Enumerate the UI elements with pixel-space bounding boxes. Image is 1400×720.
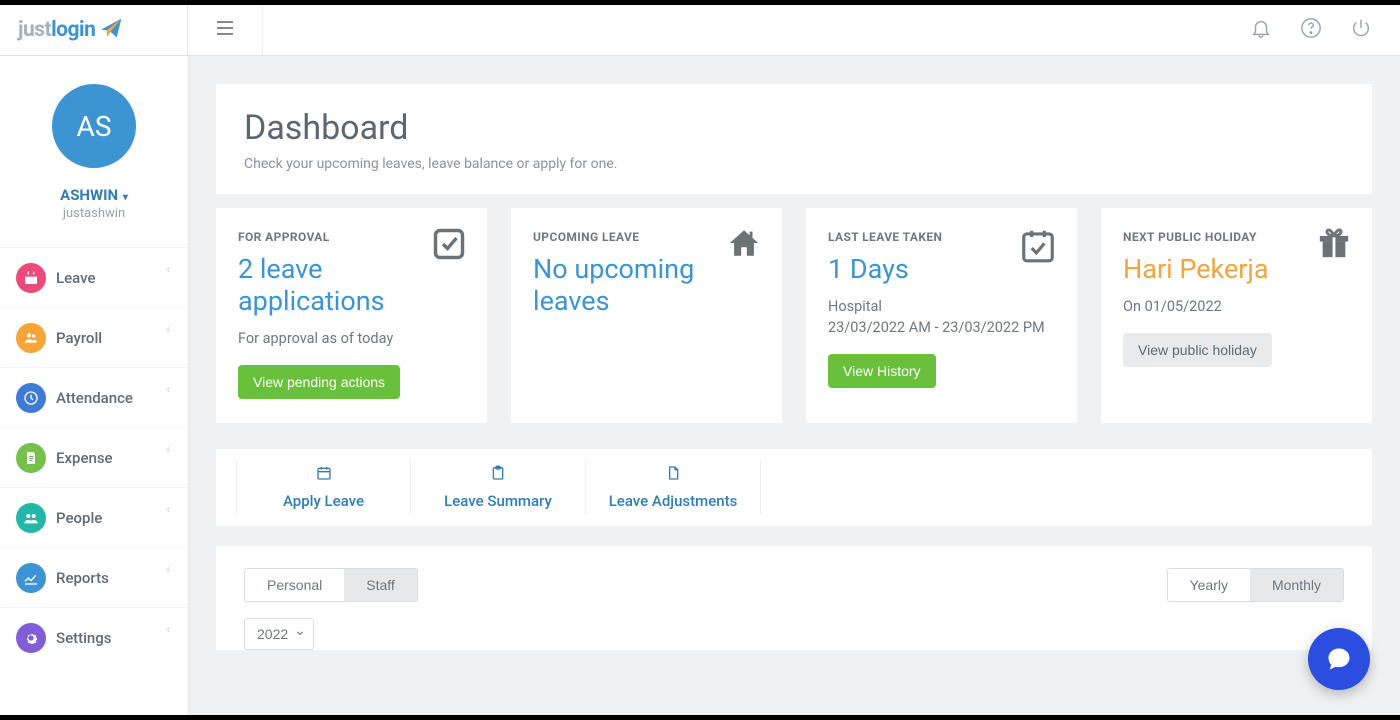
sidebar-item-leave[interactable]: Leave ‹ [0, 247, 188, 307]
document-icon [16, 443, 46, 473]
action-label: Leave Summary [444, 492, 552, 510]
bottom-panel: Personal Staff 2022 Yearly Monthly [216, 546, 1372, 650]
clipboard-icon [411, 465, 585, 485]
tab-staff[interactable]: Staff [344, 569, 417, 601]
card-subtext: Hospital 23/03/2022 AM - 23/03/2022 PM [828, 296, 1055, 338]
checkmark-box-icon [431, 226, 467, 266]
sidebar-item-label: Reports [56, 569, 109, 587]
chat-bubble-icon [1325, 645, 1353, 673]
view-history-button[interactable]: View History [828, 354, 936, 388]
calendar-icon [237, 465, 410, 485]
sidebar-item-label: Settings [56, 629, 112, 647]
sidebar-item-label: People [56, 509, 102, 527]
chevron-left-icon: ‹ [166, 382, 170, 396]
action-leave-adjustments[interactable]: Leave Adjustments [586, 461, 761, 514]
action-apply-leave[interactable]: Apply Leave [236, 461, 411, 514]
sidebar-toggle[interactable] [188, 5, 263, 55]
profile-block: AS ASHWIN ▾ justashwin [0, 56, 188, 241]
chevron-left-icon: ‹ [166, 622, 170, 636]
action-label: Leave Adjustments [609, 492, 738, 510]
logo[interactable]: justlogin [0, 5, 188, 55]
card-last-leave: LAST LEAVE TAKEN 1 Days Hospital 23/03/2… [806, 208, 1077, 423]
action-leave-summary[interactable]: Leave Summary [411, 461, 586, 514]
card-subtext: On 01/05/2022 [1123, 296, 1350, 317]
logo-text-login: login [51, 18, 95, 42]
logo-text-just: just [18, 18, 51, 42]
sidebar-item-label: Attendance [56, 389, 133, 407]
chevron-left-icon: ‹ [166, 502, 170, 516]
calendar-check-icon [1019, 226, 1057, 268]
action-bar: Apply Leave Leave Summary Leave Adjustme… [216, 449, 1372, 526]
sidebar-item-payroll[interactable]: Payroll ‹ [0, 307, 188, 367]
period-segmented-control: Yearly Monthly [1167, 568, 1344, 602]
document-icon [586, 465, 760, 485]
topbar: justlogin [0, 5, 1400, 56]
year-select[interactable]: 2022 [244, 618, 314, 650]
sidebar-item-expense[interactable]: Expense ‹ [0, 427, 188, 487]
sidebar-item-people[interactable]: People ‹ [0, 487, 188, 547]
sidebar-item-label: Payroll [56, 329, 102, 347]
scope-segmented-control: Personal Staff [244, 568, 418, 602]
help-icon[interactable] [1300, 17, 1322, 43]
power-icon[interactable] [1350, 17, 1372, 43]
tab-yearly[interactable]: Yearly [1168, 569, 1250, 601]
chevron-left-icon: ‹ [166, 562, 170, 576]
avatar[interactable]: AS [52, 84, 136, 168]
hamburger-icon [217, 20, 233, 40]
chevron-left-icon: ‹ [166, 322, 170, 336]
sidebar-item-label: Leave [56, 269, 96, 287]
paper-plane-icon [99, 17, 125, 43]
profile-username: justashwin [10, 206, 178, 221]
card-for-approval: FOR APPROVAL 2 leave applications For ap… [216, 208, 487, 423]
sidebar: AS ASHWIN ▾ justashwin Leave ‹ Payroll ‹… [0, 56, 188, 715]
sidebar-item-label: Expense [56, 449, 113, 467]
gift-icon [1316, 226, 1352, 264]
home-icon [726, 226, 762, 264]
chat-fab[interactable] [1308, 628, 1370, 690]
chart-icon [16, 563, 46, 593]
main-content: Dashboard Check your upcoming leaves, le… [188, 56, 1400, 715]
people-icon [16, 323, 46, 353]
sidebar-item-attendance[interactable]: Attendance ‹ [0, 367, 188, 427]
chevron-left-icon: ‹ [166, 262, 170, 276]
view-pending-actions-button[interactable]: View pending actions [238, 365, 400, 399]
chevron-left-icon: ‹ [166, 442, 170, 456]
tab-monthly[interactable]: Monthly [1250, 569, 1343, 601]
bell-icon[interactable] [1250, 16, 1272, 44]
card-upcoming-leave: UPCOMING LEAVE No upcoming leaves [511, 208, 782, 423]
group-icon [16, 503, 46, 533]
page-title: Dashboard [244, 108, 1344, 148]
tab-personal[interactable]: Personal [245, 569, 344, 601]
view-public-holiday-button[interactable]: View public holiday [1123, 333, 1272, 367]
sidebar-item-reports[interactable]: Reports ‹ [0, 547, 188, 607]
action-label: Apply Leave [283, 492, 364, 510]
gear-icon [16, 623, 46, 653]
page-header: Dashboard Check your upcoming leaves, le… [216, 84, 1372, 194]
caret-down-icon: ▾ [123, 192, 128, 203]
page-subtitle: Check your upcoming leaves, leave balanc… [244, 156, 1344, 172]
card-next-holiday: NEXT PUBLIC HOLIDAY Hari Pekerja On 01/0… [1101, 208, 1372, 423]
profile-name-dropdown[interactable]: ASHWIN ▾ [10, 186, 178, 204]
calendar-icon [16, 263, 46, 293]
clock-icon [16, 383, 46, 413]
card-subtext: For approval as of today [238, 328, 465, 349]
sidebar-item-settings[interactable]: Settings ‹ [0, 607, 188, 667]
